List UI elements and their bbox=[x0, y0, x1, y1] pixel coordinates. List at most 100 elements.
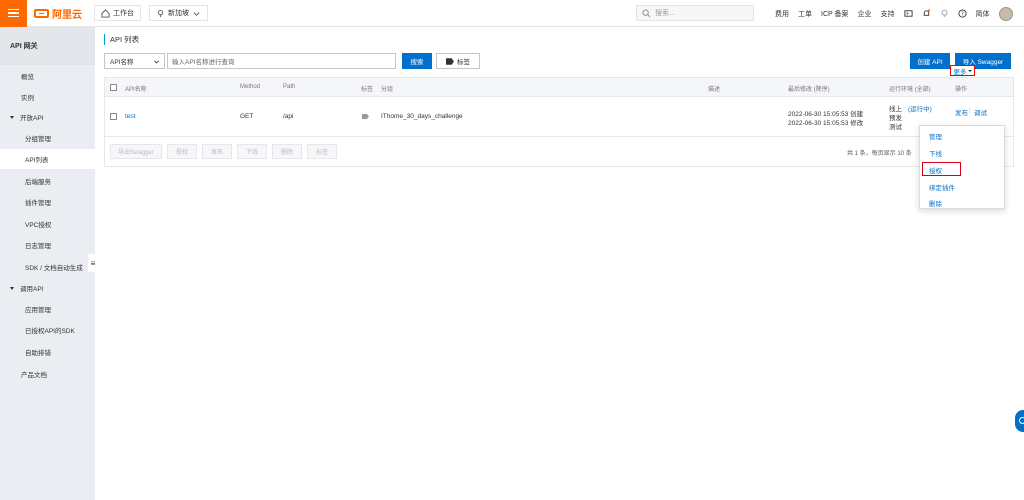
page-title: API 列表 bbox=[104, 34, 139, 45]
sidebar: API 网关 概览 实例 开放API 分组管理 API列表 后端服务 插件管理 … bbox=[0, 27, 95, 500]
api-method: GET bbox=[240, 113, 254, 120]
sidebar-item-backend-service[interactable]: 后端服务 bbox=[0, 171, 95, 191]
column-header-name[interactable]: API名称 bbox=[125, 84, 147, 93]
dropdown-item-offline[interactable]: 下线 bbox=[929, 148, 942, 158]
language-switch[interactable]: 简体 bbox=[976, 9, 990, 19]
search-button[interactable]: 搜索 bbox=[402, 53, 432, 69]
top-link-icp[interactable]: ICP 备案 bbox=[821, 9, 849, 19]
top-link-support[interactable]: 支持 bbox=[881, 9, 895, 19]
api-table: API名称 Method Path 标签 分组 描述 最后修改 (降序) 运行环… bbox=[104, 77, 1014, 167]
global-search-input[interactable]: 搜索... bbox=[636, 5, 754, 21]
sidebar-item-label: 后端服务 bbox=[25, 179, 51, 186]
more-actions-button[interactable]: 更多 bbox=[950, 65, 975, 76]
dropdown-item-bind-plugin[interactable]: 绑定插件 bbox=[929, 182, 955, 192]
user-avatar[interactable] bbox=[998, 6, 1013, 21]
column-header-actions: 操作 bbox=[955, 87, 968, 93]
filter-field-value: API名称 bbox=[110, 59, 134, 66]
modified-time: 2022-06-30 15:05:53 修改 bbox=[788, 120, 864, 127]
sidebar-item-plugin-management[interactable]: 插件管理 bbox=[0, 192, 95, 212]
column-header-group: 分组 bbox=[381, 87, 394, 93]
help-icon[interactable]: ? bbox=[957, 9, 967, 18]
sidebar-item-vpc-authorization[interactable]: VPC授权 bbox=[0, 214, 95, 234]
sidebar-item-label: 开放API bbox=[20, 115, 44, 122]
dropdown-item-delete[interactable]: 删除 bbox=[929, 198, 942, 208]
caret-down-icon bbox=[10, 286, 14, 290]
row-checkbox[interactable] bbox=[110, 113, 117, 120]
dropdown-item-manage[interactable]: 管理 bbox=[929, 131, 942, 141]
sidebar-item-label: 分组管理 bbox=[25, 136, 51, 143]
home-icon bbox=[101, 8, 110, 18]
sidebar-item-label: VPC授权 bbox=[25, 222, 52, 229]
bell-icon[interactable] bbox=[922, 9, 931, 18]
table-row: test GET /api IThome_30_days_challenge 2… bbox=[105, 97, 1013, 137]
api-name-link[interactable]: test bbox=[125, 113, 135, 120]
sidebar-item-authorized-sdk[interactable]: 已授权API的SDK bbox=[0, 320, 95, 340]
sidebar-item-app-management[interactable]: 应用管理 bbox=[0, 299, 95, 319]
sidebar-item-label: 应用管理 bbox=[25, 307, 51, 314]
sidebar-group-open-api[interactable]: 开放API bbox=[0, 107, 95, 127]
dropdown-item-authorize[interactable]: 授权 bbox=[929, 165, 942, 175]
offline-button[interactable]: 下线 bbox=[237, 144, 267, 159]
sidebar-item-group-management[interactable]: 分组管理 bbox=[0, 128, 95, 148]
region-label: 新加坡 bbox=[168, 10, 189, 17]
tag-button[interactable]: 标签 bbox=[307, 144, 337, 159]
more-actions-dropdown: 管理 下线 授权 绑定插件 删除 bbox=[919, 125, 1005, 209]
env-test: 测试 bbox=[889, 124, 902, 131]
filter-field-select[interactable]: API名称 bbox=[104, 53, 165, 69]
sidebar-item-overview[interactable]: 概览 bbox=[0, 66, 95, 86]
caret-down-icon bbox=[10, 115, 14, 119]
terminal-icon[interactable] bbox=[903, 9, 913, 18]
api-search-input[interactable]: 输入API名称进行查询 bbox=[167, 53, 396, 69]
column-header-tag: 标签 bbox=[361, 87, 374, 93]
floating-help-button[interactable] bbox=[1015, 410, 1024, 432]
sidebar-item-label: 概览 bbox=[21, 74, 34, 81]
sidebar-item-label: API列表 bbox=[25, 157, 49, 164]
region-selector[interactable]: 新加坡 bbox=[149, 5, 208, 21]
table-footer: 导出Swagger 授权 发布 下线 删除 标签 共 1 条，每页显示 10 条 bbox=[105, 137, 1013, 167]
sidebar-group-call-api[interactable]: 调用API bbox=[0, 278, 95, 298]
lightbulb-icon[interactable] bbox=[940, 9, 949, 18]
tag-icon[interactable] bbox=[362, 114, 369, 119]
top-link-ticket[interactable]: 工单 bbox=[798, 9, 812, 19]
sidebar-item-api-list[interactable]: API列表 bbox=[0, 149, 95, 169]
column-header-last-modified[interactable]: 最后修改 (降序) bbox=[788, 84, 830, 93]
tag-filter-label: 标签 bbox=[457, 59, 470, 66]
table-header: API名称 Method Path 标签 分组 描述 最后修改 (降序) 运行环… bbox=[105, 78, 1013, 97]
column-header-method: Method bbox=[240, 84, 261, 90]
publish-action-link[interactable]: 发布 bbox=[955, 107, 968, 117]
workbench-button[interactable]: 工作台 bbox=[94, 5, 141, 21]
sidebar-item-label: 调用API bbox=[20, 286, 44, 293]
more-actions-label: 更多 bbox=[953, 68, 967, 76]
select-all-checkbox[interactable] bbox=[110, 84, 117, 91]
location-pin-icon bbox=[157, 9, 164, 17]
debug-action-link[interactable]: 调试 bbox=[974, 107, 987, 117]
sidebar-item-label: 日志管理 bbox=[25, 243, 51, 250]
tag-filter-button[interactable]: 标签 bbox=[436, 53, 480, 69]
api-path: /api bbox=[283, 113, 294, 120]
create-api-button[interactable]: 创建 API bbox=[910, 53, 950, 69]
sidebar-item-label: 已授权API的SDK bbox=[25, 328, 75, 335]
sidebar-item-log-management[interactable]: 日志管理 bbox=[0, 235, 95, 255]
publish-button[interactable]: 发布 bbox=[202, 144, 232, 159]
api-group: IThome_30_days_challenge bbox=[381, 113, 463, 120]
sidebar-item-self-troubleshoot[interactable]: 自助排错 bbox=[0, 342, 95, 362]
top-link-enterprise[interactable]: 企业 bbox=[858, 9, 872, 19]
column-header-environment[interactable]: 运行环境 (全部) bbox=[889, 84, 931, 93]
authorize-button[interactable]: 授权 bbox=[167, 144, 197, 159]
aliyun-logo[interactable]: 阿里云 bbox=[34, 6, 82, 21]
env-running-status[interactable]: (运行中) bbox=[908, 103, 932, 113]
help-circle-icon bbox=[1019, 417, 1024, 424]
top-link-billing[interactable]: 费用 bbox=[775, 9, 789, 19]
delete-button[interactable]: 删除 bbox=[272, 144, 302, 159]
pagination-summary: 共 1 条，每页显示 10 条 bbox=[847, 151, 912, 157]
aliyun-logo-icon bbox=[34, 8, 49, 18]
sidebar-item-sdk-docs[interactable]: SDK / 文档自动生成 bbox=[0, 257, 95, 277]
sidebar-item-label: 插件管理 bbox=[25, 200, 51, 207]
sidebar-item-product-docs[interactable]: 产品文档 bbox=[0, 364, 95, 384]
sidebar-item-instance[interactable]: 实例 bbox=[0, 87, 95, 107]
export-swagger-button[interactable]: 导出Swagger bbox=[110, 144, 162, 159]
api-search-placeholder: 输入API名称进行查询 bbox=[172, 59, 235, 66]
action-separator: | bbox=[969, 107, 971, 114]
sidebar-item-label: 自助排错 bbox=[25, 350, 51, 357]
hamburger-menu-button[interactable] bbox=[0, 0, 27, 27]
